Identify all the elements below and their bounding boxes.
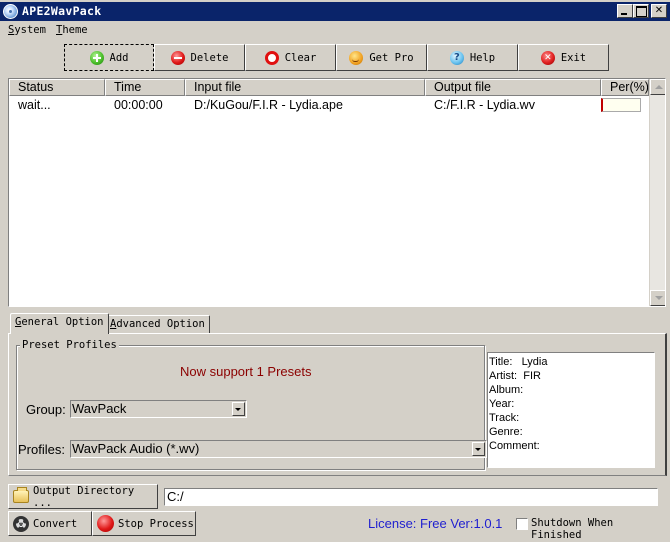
meta-title: Title: Lydia xyxy=(489,356,548,368)
chevron-down-icon[interactable] xyxy=(232,402,245,416)
meta-genre: Genre: xyxy=(489,426,523,438)
tab-advanced-label: dvanced Option xyxy=(116,318,205,330)
menu-theme-label: heme xyxy=(62,24,88,36)
output-directory-label: Output Directory ... xyxy=(33,484,135,509)
minimize-button[interactable] xyxy=(617,4,633,18)
menu-system[interactable]: System xyxy=(8,24,46,36)
meta-track: Track: xyxy=(489,412,520,424)
stop-process-button[interactable]: Stop Process xyxy=(92,511,196,536)
delete-icon xyxy=(170,50,185,65)
window-title: APE2WavPack xyxy=(22,4,102,18)
cell-input-file: D:/KuGou/F.I.R - Lydia.ape xyxy=(194,98,343,112)
menu-bar: System Theme xyxy=(0,21,670,40)
clear-button[interactable]: Clear xyxy=(245,44,336,71)
group-label: Group: xyxy=(26,402,66,417)
tag-info-box: Title: Lydia Artist: FIR Album: Year: Tr… xyxy=(487,352,655,468)
stop-process-label: Stop Process xyxy=(118,517,194,530)
title-bar: APE2WavPack ✕ xyxy=(0,2,670,21)
meta-comment: Comment: xyxy=(489,440,540,452)
smiley-icon xyxy=(349,50,364,65)
delete-button-label: Delete xyxy=(190,51,229,64)
clear-icon xyxy=(264,50,279,65)
cell-status: wait... xyxy=(18,98,51,112)
tab-advanced-option[interactable]: Advanced Option xyxy=(105,315,210,333)
meta-artist: Artist: FIR xyxy=(489,370,541,382)
chevron-down-icon[interactable] xyxy=(472,442,485,456)
clear-button-label: Clear xyxy=(284,51,317,64)
progress-bar xyxy=(601,98,641,112)
profiles-select-value: WavPack Audio (*.wv) xyxy=(72,441,200,456)
file-list-header: Status Time Input file Output file Per(%… xyxy=(9,79,649,96)
close-button[interactable]: ✕ xyxy=(651,4,667,18)
film-reel-icon xyxy=(13,515,29,532)
delete-button[interactable]: Delete xyxy=(154,44,245,71)
add-icon xyxy=(89,50,104,65)
output-directory-input[interactable]: C:/ xyxy=(164,488,658,506)
exit-button[interactable]: ✕ Exit xyxy=(518,44,609,71)
folder-icon xyxy=(13,487,29,503)
vertical-scrollbar[interactable] xyxy=(649,79,665,306)
presets-count-note: Now support 1 Presets xyxy=(180,364,312,379)
add-button-label: Add xyxy=(109,51,129,64)
profiles-label: Profiles: xyxy=(18,442,65,457)
column-input-file[interactable]: Input file xyxy=(185,79,425,96)
cell-percent xyxy=(601,97,649,114)
help-button[interactable]: ? Help xyxy=(427,44,518,71)
table-row[interactable]: wait... 00:00:00 D:/KuGou/F.I.R - Lydia.… xyxy=(9,97,649,114)
app-disc-icon xyxy=(3,4,18,19)
get-pro-button-label: Get Pro xyxy=(369,51,414,64)
convert-button[interactable]: Convert xyxy=(8,511,92,536)
stop-icon xyxy=(97,515,114,532)
column-time[interactable]: Time xyxy=(105,79,185,96)
add-button[interactable]: Add xyxy=(64,44,154,71)
meta-album: Album: xyxy=(489,384,524,396)
menu-system-label: ystem xyxy=(14,24,46,36)
help-button-label: Help xyxy=(469,51,496,64)
group-select-value: WavPack xyxy=(72,401,127,416)
tab-general-option[interactable]: General Option xyxy=(10,313,109,334)
column-status[interactable]: Status xyxy=(9,79,105,96)
tab-general-label: eneral Option xyxy=(21,316,104,328)
meta-year: Year: xyxy=(489,398,515,410)
exit-button-label: Exit xyxy=(560,51,587,64)
scroll-down-button[interactable] xyxy=(650,290,665,306)
cell-time: 00:00:00 xyxy=(114,98,163,112)
output-directory-button[interactable]: Output Directory ... xyxy=(8,484,158,509)
license-version-text: License: Free Ver:1.0.1 xyxy=(368,516,503,531)
group-select[interactable]: WavPack xyxy=(70,400,247,418)
get-pro-button[interactable]: Get Pro xyxy=(336,44,427,71)
preset-profiles-label: Preset Profiles xyxy=(20,339,119,351)
maximize-button[interactable] xyxy=(633,4,649,18)
column-output-file[interactable]: Output file xyxy=(425,79,601,96)
help-icon: ? xyxy=(449,50,464,65)
shutdown-label[interactable]: Shutdown When Finished xyxy=(531,517,670,541)
menu-theme[interactable]: Theme xyxy=(56,24,88,36)
cell-output-file: C:/F.I.R - Lydia.wv xyxy=(434,98,535,112)
shutdown-checkbox[interactable] xyxy=(516,518,528,530)
scroll-up-button[interactable] xyxy=(650,79,665,95)
profiles-select[interactable]: WavPack Audio (*.wv) xyxy=(70,440,487,458)
file-list[interactable]: Status Time Input file Output file Per(%… xyxy=(8,78,666,307)
toolbar: Add Delete Clear Get Pro ? Help ✕ Exit xyxy=(0,42,670,72)
convert-button-label: Convert xyxy=(33,517,78,530)
exit-icon: ✕ xyxy=(540,50,555,65)
column-percent[interactable]: Per(%) xyxy=(601,79,649,96)
